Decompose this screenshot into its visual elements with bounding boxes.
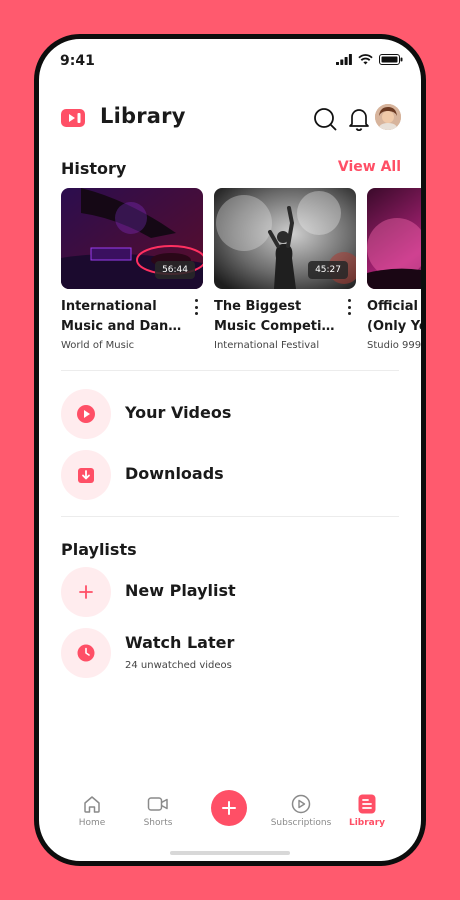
search-button[interactable] [312,106,338,132]
status-time: 9:41 [60,53,95,69]
history-card[interactable]: 56:44 International Music and Dance… Wor… [61,188,203,351]
playlists-title: Playlists [61,540,137,559]
video-title[interactable]: Official (Only Yo [367,297,421,337]
more-options-icon[interactable] [344,299,354,315]
plus-icon [222,801,236,815]
tab-library[interactable]: Library [332,793,402,828]
video-duration: 56:44 [155,261,195,279]
video-thumbnail[interactable]: 45:27 [214,188,356,289]
stage-thumbnail-icon [367,188,421,289]
create-button[interactable] [211,790,247,826]
more-options-icon[interactable] [191,299,201,315]
downloads-label: Downloads [125,464,224,483]
view-all-link[interactable]: View All [338,159,401,175]
battery-icon [379,54,403,65]
camera-icon [147,797,168,811]
watch-later-label: Watch Later [125,633,235,652]
download-icon [78,468,94,483]
tab-subscriptions[interactable]: Subscriptions [266,793,336,828]
video-duration: 45:27 [308,261,348,279]
history-title: History [61,159,127,178]
history-carousel[interactable]: 56:44 International Music and Dance… Wor… [61,188,421,358]
watch-later-item[interactable]: Watch Later 24 unwatched videos [61,628,401,680]
library-icon [358,794,376,814]
header: Library [39,101,421,137]
video-title[interactable]: The Biggest Music Competiti… [214,297,338,337]
subscriptions-icon [291,794,311,814]
profile-photo-icon [375,104,401,130]
tab-home[interactable]: Home [57,793,127,828]
your-videos-item[interactable]: Your Videos [61,389,401,441]
wifi-icon [358,54,373,65]
clock-icon [77,644,95,662]
divider [61,516,399,517]
home-indicator [170,851,290,855]
play-icon [77,405,95,423]
video-title[interactable]: International Music and Dance… [61,297,185,337]
video-thumbnail[interactable]: 56:44 [61,188,203,289]
page-title: Library [100,104,186,128]
home-icon [84,796,100,813]
your-videos-label: Your Videos [125,403,232,422]
bell-icon [349,109,369,131]
new-playlist-label: New Playlist [125,581,236,600]
video-channel: Studio 999 [367,340,422,351]
search-icon [314,108,337,131]
watch-later-count: 24 unwatched videos [125,660,232,671]
history-card[interactable]: 45:27 The Biggest Music Competiti… Inter… [214,188,356,351]
status-bar: 9:41 [39,39,421,85]
video-channel: World of Music [61,340,135,351]
video-thumbnail[interactable] [367,188,421,289]
downloads-item[interactable]: Downloads [61,450,401,502]
app-logo-icon [61,109,85,127]
tab-shorts[interactable]: Shorts [123,793,193,828]
signal-icon [336,54,352,65]
divider [61,370,399,371]
new-playlist-item[interactable]: New Playlist [61,567,401,619]
history-card[interactable]: Official (Only Yo Studio 999 [367,188,421,351]
video-channel: International Festival [214,340,320,351]
phone-frame: 9:41 Library History View All 56:44 Inte… [34,34,426,866]
notifications-button[interactable] [346,106,372,132]
bottom-tab-bar: Home Shorts Subscriptions Library [39,779,421,839]
avatar[interactable] [375,104,401,130]
plus-icon [79,585,93,599]
